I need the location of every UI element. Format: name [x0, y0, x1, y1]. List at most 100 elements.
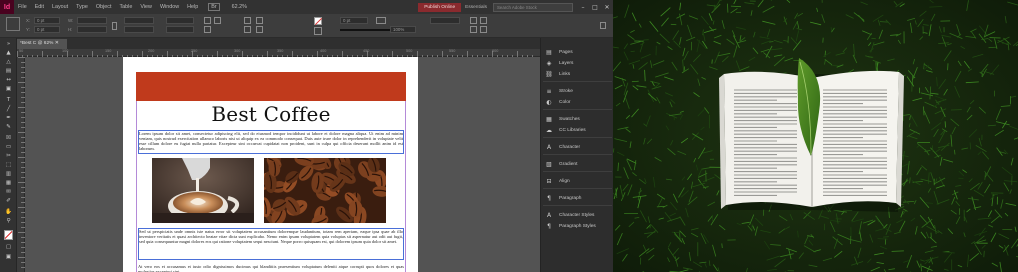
text-frame-intro[interactable]: Lorem ipsum dolor sit amet, consectetur … [138, 130, 404, 154]
align-icon[interactable] [470, 26, 477, 33]
ruler-tick [18, 257, 25, 258]
maximize-icon[interactable]: □ [589, 4, 601, 11]
ruler-tick [21, 242, 25, 243]
distribute-icon[interactable] [480, 26, 487, 33]
vertical-ruler[interactable] [17, 57, 25, 272]
menu-type[interactable]: Type [72, 4, 92, 10]
pen-tool-icon[interactable]: ✒ [4, 115, 13, 121]
select-container-icon[interactable] [244, 17, 251, 24]
hand-tool-icon[interactable]: ✋ [4, 209, 13, 215]
ruler-label: 50 [19, 49, 24, 53]
view-mode-icon[interactable]: ▣ [4, 254, 13, 260]
note-tool-icon[interactable]: ✉ [4, 189, 13, 195]
reference-point-icon[interactable] [6, 17, 20, 31]
panel-links[interactable]: ⛓ Links [544, 68, 612, 81]
select-next-icon[interactable] [256, 26, 263, 33]
menu-view[interactable]: View [136, 4, 156, 10]
publish-online-button[interactable]: Publish Online [418, 2, 462, 12]
menu-table[interactable]: Table [115, 4, 136, 10]
text-wrap-icon[interactable] [470, 17, 477, 24]
w-field[interactable] [77, 17, 107, 24]
ruler-tick [18, 207, 25, 208]
auto-fit-icon[interactable] [480, 17, 487, 24]
panel-gradient[interactable]: ▧ Gradient [544, 158, 612, 171]
panel-paragraph[interactable]: ¶ Paragraph [544, 192, 612, 205]
stroke-swatch[interactable] [314, 27, 322, 35]
type-tool-icon[interactable]: T [4, 97, 13, 103]
flip-vertical-icon[interactable] [204, 26, 211, 33]
gradient-tool-icon[interactable]: ▥ [4, 171, 13, 177]
rotate-field[interactable] [166, 17, 194, 24]
x-field[interactable]: 0 pt [34, 17, 60, 24]
panel-character[interactable]: A Character [544, 141, 612, 154]
scale-y-field[interactable] [124, 26, 154, 33]
bridge-icon[interactable]: Br [208, 3, 220, 11]
content-collector-icon[interactable]: ▣ [4, 86, 13, 92]
scale-x-field[interactable] [124, 17, 154, 24]
line-tool-icon[interactable]: ╱ [4, 106, 13, 112]
menu-window[interactable]: Window [156, 4, 183, 10]
fill-swatch[interactable] [314, 17, 322, 25]
rectangle-frame-tool-icon[interactable]: ☒ [4, 135, 13, 141]
close-icon[interactable]: ✕ [601, 4, 613, 11]
panel-separator [543, 154, 612, 155]
panel-align[interactable]: ⊟ Align [544, 175, 612, 188]
text-frame-footer[interactable]: At vero eos et accusamus et iusto odio d… [138, 264, 404, 272]
stroke-type-line[interactable] [340, 29, 396, 31]
menu-edit[interactable]: Edit [31, 4, 48, 10]
collapse-tools-icon[interactable]: » [4, 41, 13, 47]
ruler-tick [21, 212, 25, 213]
scissors-tool-icon[interactable]: ✂ [4, 153, 13, 159]
fill-stroke-icon[interactable] [4, 230, 13, 240]
page-title[interactable]: Best Coffee [136, 102, 406, 126]
menu-layout[interactable]: Layout [48, 4, 72, 10]
pencil-tool-icon[interactable]: ✎ [4, 124, 13, 130]
h-field[interactable] [77, 26, 107, 33]
formatting-affects-icon[interactable]: ▢ [4, 244, 13, 250]
menu-object[interactable]: Object [92, 4, 116, 10]
ruler-tick [21, 197, 25, 198]
menu-help[interactable]: Help [183, 4, 202, 10]
ruler-tick [21, 217, 25, 218]
free-transform-tool-icon[interactable]: ⬚ [4, 162, 13, 168]
stock-search-input[interactable]: Search Adobe Stock [493, 2, 573, 12]
coffee-beans-photo[interactable] [264, 158, 386, 223]
page-tool-icon[interactable]: ▤ [4, 68, 13, 74]
panel-color[interactable]: ◐ Color [544, 96, 612, 109]
document-page[interactable]: Best Coffee Lorem ipsum dolor sit amet, … [123, 57, 418, 272]
select-content-icon[interactable] [244, 26, 251, 33]
zoom-tool-icon[interactable]: ⚲ [4, 218, 13, 224]
latte-art-photo[interactable] [152, 158, 254, 223]
rotate-90-icon[interactable] [204, 17, 211, 24]
gradient-feather-tool-icon[interactable]: ▦ [4, 180, 13, 186]
select-previous-icon[interactable] [256, 17, 263, 24]
rectangle-tool-icon[interactable]: ▭ [4, 144, 13, 150]
flip-horizontal-icon[interactable] [214, 17, 221, 24]
stroke-weight-field[interactable]: 0 pt [340, 17, 368, 24]
header-color-bar[interactable] [136, 72, 406, 101]
ruler-tick [21, 67, 25, 68]
pasteboard[interactable]: Best Coffee Lorem ipsum dolor sit amet, … [26, 57, 540, 272]
selection-tool-icon[interactable]: ▲ [4, 50, 13, 56]
gap-tool-icon[interactable]: ↔ [4, 77, 13, 83]
ruler-tick [18, 232, 25, 233]
panel-paragraph-styles[interactable]: ¶ Paragraph Styles [544, 220, 612, 233]
y-field[interactable]: 0 pt [34, 26, 60, 33]
shear-field[interactable] [166, 26, 194, 33]
document-tab[interactable]: *Best C @ 62% ✕ [17, 39, 67, 49]
eyedropper-tool-icon[interactable]: ✐ [4, 198, 13, 204]
workspace-switcher[interactable]: Essentials [465, 5, 487, 10]
text-frame-body[interactable]: Sed ut perspiciatis unde omnis iste natu… [138, 228, 404, 260]
horizontal-ruler[interactable]: 50 100 150 200 250 300 350 400 450 500 550 600 [17, 49, 540, 57]
constrain-proportions-icon[interactable] [112, 22, 117, 30]
direct-selection-tool-icon[interactable]: △ [4, 59, 13, 65]
menu-file[interactable]: File [14, 4, 31, 10]
minimize-icon[interactable]: – [577, 4, 589, 11]
opacity-field[interactable]: 100% [390, 26, 416, 33]
panel-cc-libraries[interactable]: ☁ CC Libraries [544, 124, 612, 137]
zoom-level[interactable]: 62.2% [228, 4, 251, 10]
fx-icon[interactable] [376, 17, 386, 24]
control-bar-menu-icon[interactable] [600, 22, 606, 29]
ruler-tick [21, 117, 25, 118]
corner-size-field[interactable] [430, 17, 460, 24]
